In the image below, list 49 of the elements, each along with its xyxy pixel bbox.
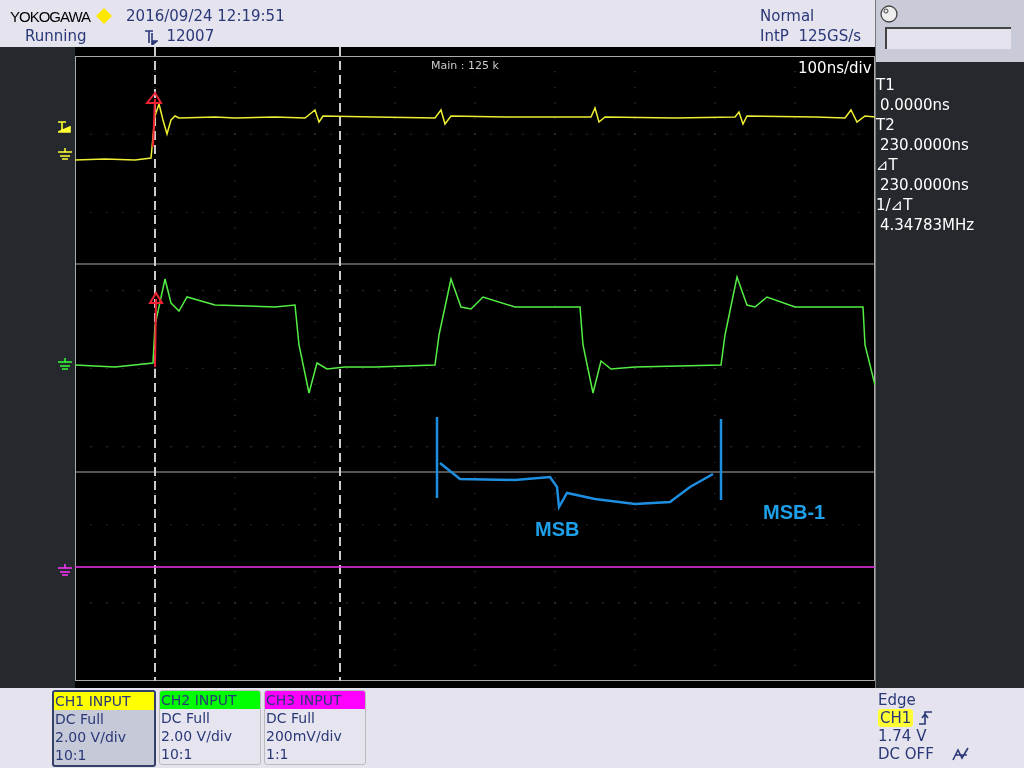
cursor-label: 1/⊿T [876, 195, 914, 215]
channel-label: CH1 INPUT [54, 692, 154, 710]
cursor-label: ⊿T [876, 155, 899, 175]
noise-reject-icon [951, 746, 970, 762]
knob-icon[interactable] [879, 4, 899, 24]
sample-rate: IntP 125GS/s [760, 27, 863, 45]
ground-marker-icon [58, 564, 72, 576]
cursor-label: T1 [876, 75, 896, 95]
brand-logo: YOKOGAWA [10, 7, 91, 25]
probe-ratio: 10:1 [160, 745, 194, 763]
ground-marker-icon [58, 148, 72, 160]
trigger-count: 12007 [166, 27, 215, 45]
trigger-level-marker-icon [58, 121, 72, 133]
rising-edge-icon [919, 710, 934, 726]
channel-label: CH2 INPUT [160, 691, 260, 709]
vertical-scale: 2.00 V/div [54, 728, 127, 746]
coupling: DC Full [54, 710, 105, 728]
timebase: 100ns/div [797, 59, 873, 77]
coupling: DC Full [265, 709, 316, 727]
channel-card[interactable]: CH1 INPUT DC Full 2.00 V/div 10:1 [52, 690, 156, 767]
trigger-arrow-icon [146, 91, 162, 148]
cursor-line[interactable] [339, 47, 341, 682]
coupling: DC Full [160, 709, 211, 727]
trigger-arrow-icon [149, 291, 163, 368]
cursor-label: T2 [876, 115, 896, 135]
trigger-level: 1.74 V [878, 727, 928, 745]
channel-label: CH3 INPUT [265, 691, 365, 709]
cursor-value: 4.34783MHz [879, 215, 976, 235]
probe-ratio: 1:1 [265, 745, 290, 763]
vertical-scale: 2.00 V/div [160, 727, 233, 745]
ground-marker-icon [58, 358, 72, 370]
cursor-value: 230.0000ns [879, 175, 970, 195]
main-record-length: Main : 125 k [430, 59, 500, 72]
cursor-value: 0.0000ns [879, 95, 951, 115]
trigger-position-icon [144, 29, 159, 45]
trigger-coupling: DC OFF [878, 745, 934, 763]
acquisition-status: Running [25, 27, 87, 45]
trigger-mode: Normal [760, 7, 816, 25]
trigger-type: Edge [878, 691, 917, 709]
cursor-line[interactable] [154, 47, 156, 682]
vertical-scale: 200mV/div [265, 727, 343, 745]
channel-card[interactable]: CH3 INPUT DC Full 200mV/div 1:1 [264, 690, 366, 765]
channel-card[interactable]: CH2 INPUT DC Full 2.00 V/div 10:1 [159, 690, 261, 765]
trigger-source: CH1 [878, 709, 914, 727]
date-time: 2016/09/24 12:19:51 [126, 7, 285, 25]
input-field[interactable] [885, 27, 1011, 49]
diamond-icon [96, 8, 113, 24]
cursor-value: 230.0000ns [879, 135, 970, 155]
probe-ratio: 10:1 [54, 746, 88, 764]
